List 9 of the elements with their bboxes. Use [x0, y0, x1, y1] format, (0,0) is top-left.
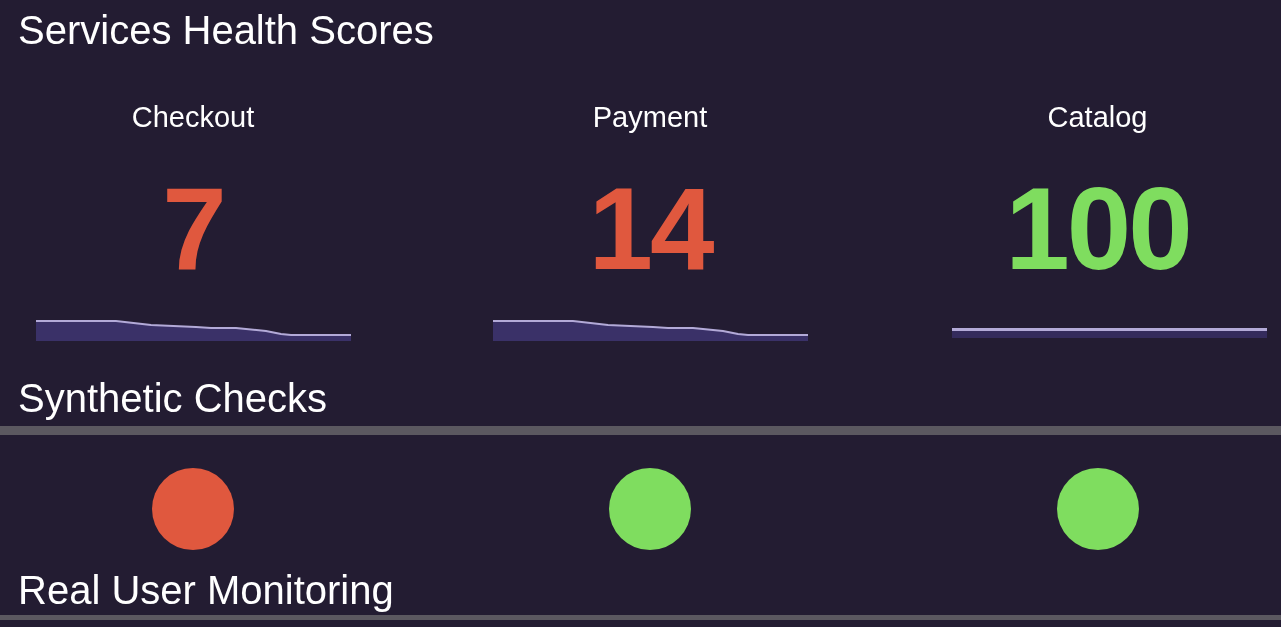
section-title: Real User Monitoring: [17, 567, 394, 613]
service-name: Payment: [592, 100, 708, 135]
section-title: Synthetic Checks: [17, 375, 328, 421]
health-score: 7: [162, 173, 224, 285]
service-name: Catalog: [1047, 100, 1148, 135]
section-title: Services Health Scores: [17, 7, 434, 53]
service-name: Checkout: [131, 100, 255, 135]
health-score: 100: [1005, 173, 1190, 285]
health-score: 14: [588, 173, 712, 285]
